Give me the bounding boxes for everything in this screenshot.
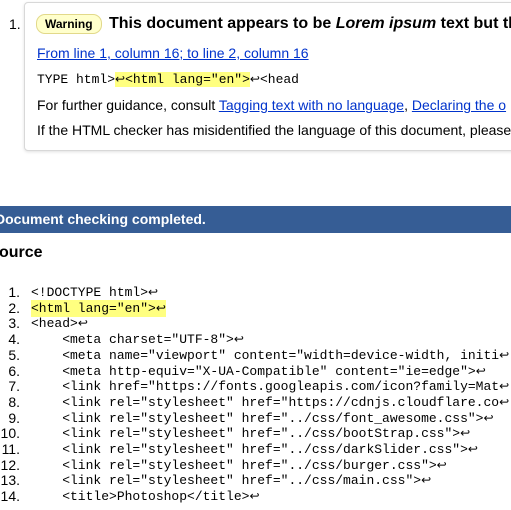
line-text: <head> [31, 316, 78, 332]
status-text: Document checking completed. [0, 211, 206, 227]
source-line: 5. <meta name="viewport" content="width=… [0, 347, 511, 363]
line-content: <meta http-equiv="X-UA-Compatible" conte… [31, 363, 486, 380]
source-line: 12. <link rel="stylesheet" href="../css/… [0, 457, 511, 473]
error-location-link[interactable]: From line 1, column 16; to line 2, colum… [37, 45, 309, 61]
headline-text-emphasis: Lorem ipsum [335, 15, 437, 32]
line-break-icon: ↩ [155, 300, 166, 315]
line-break-icon: ↩ [115, 72, 126, 86]
source-line: 3. <head>↩ [0, 315, 511, 331]
guidance-text: For further guidance, consult Tagging te… [37, 97, 506, 113]
tagging-text-link[interactable]: Tagging text with no language [219, 97, 404, 113]
line-content: <html lang="en">↩ [31, 299, 166, 317]
status-bar: Document checking completed. [0, 206, 511, 233]
source-line: 8. <link rel="stylesheet" href="https://… [0, 394, 511, 410]
extract-highlight-text: <html lang="en"> [125, 72, 250, 87]
source-line: 7. <link href="https://fonts.googleapis.… [0, 378, 511, 394]
line-text: <link rel="stylesheet" href="https://cdn… [31, 394, 500, 410]
source-line: 2. <html lang="en">↩ [0, 299, 511, 317]
declaring-language-link[interactable]: Declaring the o [412, 97, 506, 113]
line-break-icon: ↩ [499, 379, 510, 394]
line-number: 2. [8, 299, 20, 316]
line-number: 7. [8, 378, 20, 395]
line-break-icon: ↩ [483, 410, 494, 425]
line-break-icon: ↩ [148, 285, 159, 299]
line-number: 8. [8, 393, 20, 410]
line-content: <link href="https://fonts.googleapis.com… [31, 378, 509, 395]
line-break-icon: ↩ [460, 426, 471, 441]
line-number: 12. [0, 456, 20, 473]
source-line: 4. <meta charset="UTF-8">↩ [0, 331, 511, 347]
line-number: 3. [8, 315, 20, 332]
line-content: <!DOCTYPE html>↩ [31, 284, 158, 301]
line-break-icon: ↩ [475, 363, 486, 378]
line-content: <link rel="stylesheet" href="../css/burg… [31, 457, 447, 474]
source-heading: ource [0, 244, 43, 261]
line-number: 4. [8, 331, 20, 348]
line-text: <link href="https://fonts.googleapis.com… [31, 379, 500, 395]
line-number: 5. [8, 346, 20, 363]
line-break-icon: ↩ [499, 394, 510, 409]
source-line: 14. <title>Photoshop</title>↩ [0, 488, 511, 504]
line-break-icon: ↩ [233, 332, 244, 347]
line-number: 1. [8, 284, 20, 300]
warning-headline: This document appears to be Lorem ipsum … [109, 15, 511, 33]
line-content: <meta name="viewport" content="width=dev… [31, 347, 509, 364]
line-text: <title>Photoshop</title> [31, 489, 250, 505]
source-line: 6. <meta http-equiv="X-UA-Compatible" co… [0, 363, 511, 379]
line-break-icon: ↩ [436, 457, 447, 472]
line-number: 6. [8, 362, 20, 379]
code-extract: TYPE html>↩<html lang="en">↩<head [37, 72, 299, 87]
extract-highlight: ↩<html lang="en"> [115, 72, 250, 87]
line-content: <title>Photoshop</title>↩ [31, 488, 260, 505]
line-break-icon: ↩ [421, 473, 432, 488]
line-break-icon: ↩ [499, 347, 510, 362]
headline-text-pre: This document appears to be [109, 15, 336, 32]
source-line: 10. <link rel="stylesheet" href="../css/… [0, 425, 511, 441]
line-text: <meta name="viewport" content="width=dev… [31, 347, 500, 363]
line-number: 11. [1, 441, 20, 457]
misidentified-text: If the HTML checker has misidentified th… [37, 122, 511, 138]
line-break-icon: ↩ [77, 316, 88, 331]
guidance-prefix: For further guidance, consult [37, 97, 219, 113]
guidance-separator: , [404, 97, 412, 113]
line-text: <link rel="stylesheet" href="../css/main… [31, 473, 422, 489]
source-line: 13. <link rel="stylesheet" href="../css/… [0, 472, 511, 488]
line-text: <link rel="stylesheet" href="../css/boot… [31, 426, 461, 442]
line-number: 13. [0, 472, 20, 489]
line-break-icon: ↩ [467, 442, 478, 456]
headline-text-post: text but the [440, 15, 511, 32]
line-break-icon: ↩ [249, 489, 260, 504]
warning-badge: Warning [36, 14, 102, 34]
line-content: <link rel="stylesheet" href="../css/boot… [31, 425, 470, 442]
line-content: <meta charset="UTF-8">↩ [31, 331, 244, 348]
line-break-icon: ↩ [249, 72, 260, 86]
line-content: <link rel="stylesheet" href="../css/font… [31, 410, 494, 427]
line-text: <link rel="stylesheet" href="../css/dark… [31, 442, 468, 457]
line-text: <link rel="stylesheet" href="../css/burg… [31, 457, 437, 473]
message-number: 1. [9, 16, 21, 32]
line-content: <link rel="stylesheet" href="../css/dark… [31, 441, 478, 458]
line-number: 9. [8, 409, 20, 426]
extract-text-pre: TYPE html> [37, 72, 116, 87]
extract-text-post: <head [259, 72, 299, 87]
line-content: <link rel="stylesheet" href="../css/main… [31, 472, 431, 489]
line-text: <link rel="stylesheet" href="../css/font… [31, 410, 484, 426]
line-text: <html lang="en"> [31, 300, 156, 316]
line-number: 14. [0, 488, 20, 505]
source-line: 11. <link rel="stylesheet" href="../css/… [0, 441, 511, 457]
line-number: 10. [0, 425, 20, 442]
source-line: 9. <link rel="stylesheet" href="../css/f… [0, 410, 511, 426]
line-text: <meta charset="UTF-8"> [31, 332, 234, 348]
line-content: <link rel="stylesheet" href="https://cdn… [31, 394, 509, 411]
line-content: <head>↩ [31, 315, 88, 332]
source-line: 1. <!DOCTYPE html>↩ [0, 284, 511, 300]
line-text: <meta http-equiv="X-UA-Compatible" conte… [31, 363, 476, 379]
line-text: <!DOCTYPE html> [31, 285, 149, 300]
